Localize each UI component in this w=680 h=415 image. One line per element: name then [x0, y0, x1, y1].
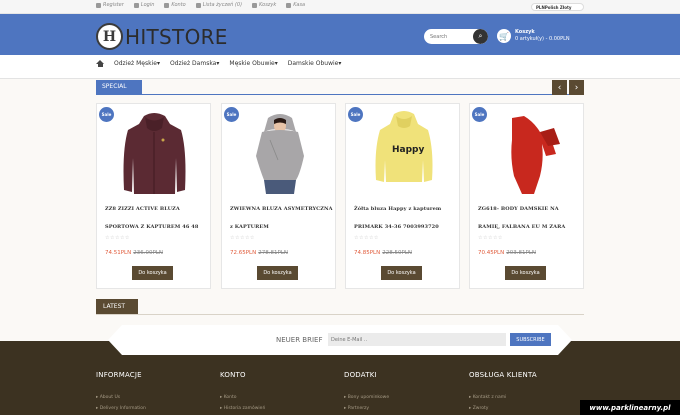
nav-item-mens-shoes[interactable]: Męskie Obuwie▾ [229, 60, 277, 67]
cart-icon [252, 2, 258, 8]
footer-heading: INFORMACJE [96, 371, 142, 379]
rating-stars: ☆☆☆☆☆ [230, 235, 255, 241]
footer-column-extras: DODATKI ▸ Bony upominkowe ▸ Partnerzy [344, 371, 389, 411]
sale-badge: Sale [348, 107, 363, 122]
top-links: Register Login Konto Lista życzeń (0) Ko… [96, 2, 305, 8]
special-divider [96, 94, 584, 95]
watermark: www.parklinearny.pl [580, 400, 680, 415]
product-price: 70.45PLN 203.81PLN [478, 250, 536, 256]
rating-stars: ☆☆☆☆☆ [478, 235, 503, 241]
list-icon [195, 2, 201, 8]
footer-link[interactable]: ▸ Delivery Information [96, 406, 146, 411]
subscribe-button[interactable]: SUBSCRIBE [510, 333, 551, 346]
add-to-cart-button[interactable]: Do koszyka [381, 266, 422, 280]
product-name[interactable]: ZZ8 ZIZZI ACTIVE BLUZA SPORTOWA Z KAPTUR… [105, 200, 209, 236]
home-icon[interactable] [96, 60, 104, 67]
product-card[interactable]: Sale ZWIEWNA BLUZA ASYMETRYCZNA z KAPTUR… [221, 103, 336, 289]
login-link[interactable]: Login [133, 2, 154, 8]
product-image[interactable]: Happy [366, 110, 441, 198]
cart-title: Koszyk [515, 29, 535, 35]
sale-badge: Sale [224, 107, 239, 122]
top-bar: Register Login Konto Lista życzeń (0) Ko… [0, 0, 680, 14]
nav-item-mens-clothing[interactable]: Odzież Męskie▾ [114, 60, 160, 67]
logo-text: HITSTORE [125, 24, 228, 49]
product-price: 72.65PLN 278.81PLN [230, 250, 288, 256]
footer-heading: DODATKI [344, 371, 377, 379]
next-arrow-button[interactable]: › [569, 80, 584, 95]
cart-widget[interactable]: 🛒 Koszyk 0 artykuł(y) - 0.00PLN [497, 29, 570, 43]
share-icon [286, 2, 292, 8]
latest-heading: LATEST [96, 299, 138, 314]
footer-link[interactable]: ▸ Historia zamówień [220, 406, 265, 411]
register-link[interactable]: Register [96, 2, 124, 8]
special-heading: SPECIAL [96, 80, 142, 94]
newsletter-label: NEUER BRIEF [276, 336, 323, 344]
lock-icon [133, 2, 139, 8]
svg-text:Happy: Happy [392, 145, 424, 155]
search-box: ⌕ [424, 29, 488, 44]
nav-item-womens-shoes[interactable]: Damskie Obuwie▾ [288, 60, 342, 67]
account-link[interactable]: Konto [164, 2, 186, 8]
product-name[interactable]: ZG618- BODY DAMSKIE NA RAMIĘ, FALBANA EU… [478, 200, 582, 236]
wishlist-link[interactable]: Lista życzeń (0) [195, 2, 242, 8]
footer-column-account: KONTO ▸ Konto ▸ Historia zamówień [220, 371, 265, 411]
sale-badge: Sale [472, 107, 487, 122]
product-card[interactable]: Sale ZZ8 ZIZZI ACTIVE BLUZA SPORTOWA Z K… [96, 103, 211, 289]
footer-column-info: INFORMACJE ▸ About Us ▸ Delivery Informa… [96, 371, 146, 411]
product-name[interactable]: ZWIEWNA BLUZA ASYMETRYCZNA z KAPTUREM [230, 200, 334, 236]
footer-link[interactable]: ▸ Bony upominkowe [344, 395, 389, 400]
checkout-link[interactable]: Kasa [286, 2, 305, 8]
footer-link[interactable]: ▸ Kontakt z nami [469, 395, 537, 400]
page: Register Login Konto Lista życzeń (0) Ko… [0, 0, 680, 415]
product-image[interactable] [490, 110, 565, 198]
product-name[interactable]: Żółta bluza Happy z kapturem PRIMARK 34-… [354, 200, 458, 236]
search-icon: ⌕ [478, 32, 483, 40]
main-nav: Odzież Męskie▾ Odzież Damska▾ Męskie Obu… [96, 60, 341, 67]
rating-stars: ☆☆☆☆☆ [354, 235, 379, 241]
cart-summary: 0 artykuł(y) - 0.00PLN [515, 36, 570, 42]
cart-link[interactable]: Koszyk [252, 2, 276, 8]
product-card[interactable]: Sale Happy Żółta bluza Happy z kapturem … [345, 103, 460, 289]
currency-selector[interactable]: PLNPolish Złoty [531, 3, 584, 11]
footer-link[interactable]: ▸ About Us [96, 395, 146, 400]
newsletter-email-input[interactable] [328, 333, 506, 346]
footer-link[interactable]: ▸ Konto [220, 395, 265, 400]
product-price: 74.85PLN 228.50PLN [354, 250, 412, 256]
pencil-icon [96, 2, 101, 8]
chevron-left-icon: ‹ [557, 82, 562, 93]
product-image[interactable] [242, 110, 317, 198]
nav-item-womens-clothing[interactable]: Odzież Damska▾ [170, 60, 219, 67]
footer-column-service: OBSŁUGA KLIENTA ▸ Kontakt z nami ▸ Zwrot… [469, 371, 537, 411]
user-icon [164, 2, 170, 8]
search-button[interactable]: ⌕ [473, 29, 488, 44]
add-to-cart-button[interactable]: Do koszyka [505, 266, 546, 280]
logo[interactable]: H HITSTORE [96, 23, 228, 50]
footer-heading: KONTO [220, 371, 246, 379]
chevron-right-icon: › [574, 82, 579, 93]
basket-icon: 🛒 [497, 29, 511, 43]
product-image[interactable] [117, 110, 192, 198]
add-to-cart-button[interactable]: Do koszyka [257, 266, 298, 280]
product-price: 74.51PLN 236.00PLN [105, 250, 163, 256]
footer-heading: OBSŁUGA KLIENTA [469, 371, 537, 379]
logo-mark: H [96, 23, 123, 50]
latest-divider [96, 314, 584, 315]
add-to-cart-button[interactable]: Do koszyka [132, 266, 173, 280]
rating-stars: ☆☆☆☆☆ [105, 235, 130, 241]
sale-badge: Sale [99, 107, 114, 122]
footer-link[interactable]: ▸ Partnerzy [344, 406, 389, 411]
prev-arrow-button[interactable]: ‹ [552, 80, 567, 95]
footer-link[interactable]: ▸ Zwroty [469, 406, 537, 411]
search-input[interactable] [424, 29, 472, 44]
product-card[interactable]: Sale ZG618- BODY DAMSKIE NA RAMIĘ, FALBA… [469, 103, 584, 289]
